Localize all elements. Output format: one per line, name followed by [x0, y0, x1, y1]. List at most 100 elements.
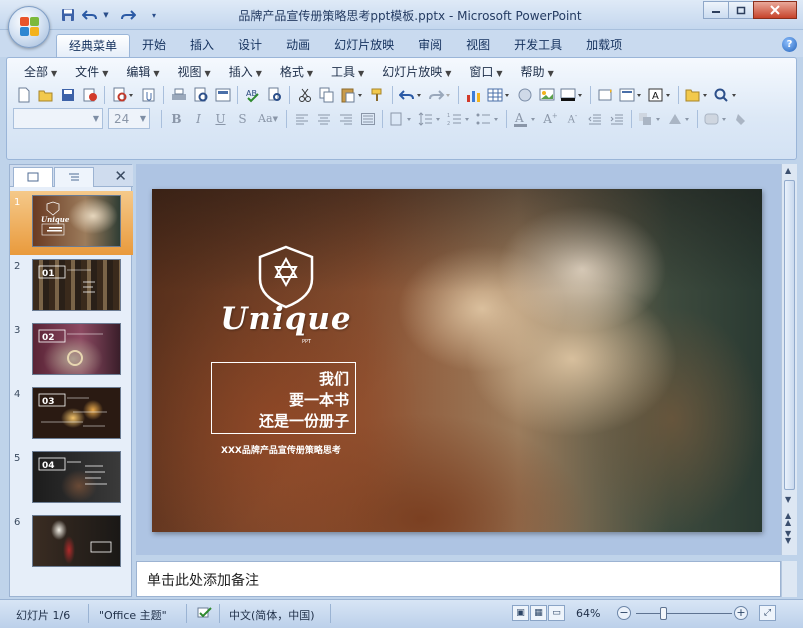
italic-icon[interactable]: I	[188, 109, 209, 129]
slide-thumbnail[interactable]: 5 04	[10, 447, 133, 511]
font-name-dropdown[interactable]: ▼	[13, 108, 103, 129]
slide-scrollbar[interactable]: ▲ ▼ ▲ ▲ ▼ ▼	[781, 164, 797, 555]
text-direction-icon[interactable]	[387, 109, 415, 129]
new-icon[interactable]	[13, 85, 34, 105]
menu-tools[interactable]: 工具 ▼	[322, 62, 373, 82]
layout-icon[interactable]	[212, 85, 233, 105]
undo-dropdown-icon[interactable]: ▼	[102, 6, 110, 24]
underline-icon[interactable]: U	[210, 109, 231, 129]
menu-view[interactable]: 视图 ▼	[169, 62, 220, 82]
tab-insert[interactable]: 插入	[178, 34, 226, 57]
tab-slideshow[interactable]: 幻灯片放映	[322, 34, 406, 57]
redo-toolbar-icon[interactable]	[426, 85, 454, 105]
print-preview-dropdown-icon[interactable]	[109, 85, 137, 105]
undo-icon[interactable]	[80, 6, 100, 24]
chart-icon[interactable]	[463, 85, 484, 105]
paste-icon[interactable]	[338, 85, 366, 105]
tab-developer[interactable]: 开发工具	[502, 34, 574, 57]
shape-style-icon[interactable]	[702, 109, 730, 129]
office-button[interactable]	[8, 6, 50, 48]
new-slide-icon[interactable]	[595, 85, 616, 105]
cut-icon[interactable]	[294, 85, 315, 105]
arrange-icon[interactable]	[636, 109, 664, 129]
shadow-icon[interactable]: S	[232, 109, 253, 129]
redo-icon[interactable]	[118, 6, 138, 24]
clipart-icon[interactable]	[514, 85, 535, 105]
tab-classic-menu[interactable]: 经典菜单	[56, 34, 131, 57]
help-icon[interactable]: ?	[782, 37, 797, 52]
line-spacing-icon[interactable]	[416, 109, 444, 129]
text-box-icon[interactable]: A	[646, 85, 674, 105]
open-icon[interactable]	[35, 85, 56, 105]
change-case-icon[interactable]: Aa ▼	[254, 109, 282, 129]
language-indicator[interactable]: 中文(简体，中国)	[229, 607, 315, 623]
next-slide-icon[interactable]: ▼ ▼	[785, 530, 791, 545]
normal-view-icon[interactable]: ▣	[512, 605, 529, 621]
align-center-icon[interactable]	[313, 109, 334, 129]
research-icon[interactable]	[264, 85, 285, 105]
justify-icon[interactable]	[357, 109, 378, 129]
tab-animations[interactable]: 动画	[274, 34, 322, 57]
slide-sorter-view-icon[interactable]: ▦	[530, 605, 547, 621]
zoom-in-icon[interactable]: +	[734, 606, 748, 620]
minimize-icon[interactable]	[703, 1, 729, 19]
slide-thumbnail[interactable]: 4 03	[10, 383, 133, 447]
menu-window[interactable]: 窗口 ▼	[460, 62, 511, 82]
decrease-indent-icon[interactable]	[584, 109, 605, 129]
menu-slideshow[interactable]: 幻灯片放映 ▼	[373, 62, 460, 82]
zoom-search-icon[interactable]	[712, 85, 740, 105]
bullets-icon[interactable]	[474, 109, 502, 129]
print-icon[interactable]	[168, 85, 189, 105]
scroll-down-icon[interactable]: ▼	[785, 495, 791, 504]
menu-all[interactable]: 全部 ▼	[15, 62, 66, 82]
save-icon[interactable]	[58, 6, 78, 24]
shrink-font-icon[interactable]: A-	[562, 109, 583, 129]
fill-color-icon[interactable]	[558, 85, 586, 105]
print-preview-icon[interactable]	[190, 85, 211, 105]
maximize-icon[interactable]	[728, 1, 754, 19]
format-painter-icon[interactable]	[367, 85, 388, 105]
shapes-icon[interactable]	[665, 109, 693, 129]
menu-insert[interactable]: 插入 ▼	[220, 62, 271, 82]
customize-qat-icon[interactable]: ▾	[144, 6, 164, 24]
zoom-slider-track[interactable]	[636, 613, 732, 614]
tab-design[interactable]: 设计	[226, 34, 274, 57]
menu-file[interactable]: 文件 ▼	[66, 62, 117, 82]
attach-icon[interactable]	[138, 85, 159, 105]
notes-pane[interactable]: 单击此处添加备注	[136, 561, 781, 597]
bold-icon[interactable]: B	[166, 109, 187, 129]
slide-thumbnail[interactable]: 1 Unique	[10, 191, 133, 255]
tab-addins[interactable]: 加载项	[574, 34, 634, 57]
spell-check-icon[interactable]	[196, 605, 214, 624]
fit-to-window-icon[interactable]: ⤢	[759, 605, 776, 621]
outline-tab-icon[interactable]	[54, 167, 94, 187]
spelling-icon[interactable]: AB	[242, 85, 263, 105]
scroll-thumb[interactable]	[784, 180, 795, 490]
notes-scrollbar[interactable]	[781, 561, 797, 597]
close-icon[interactable]	[753, 1, 797, 19]
zoom-level[interactable]: 64%	[576, 607, 600, 620]
slide-layout-icon[interactable]	[617, 85, 645, 105]
scroll-up-icon[interactable]: ▲	[785, 166, 791, 175]
tab-home[interactable]: 开始	[130, 34, 178, 57]
numbering-icon[interactable]: 12	[445, 109, 473, 129]
zoom-out-icon[interactable]: −	[617, 606, 631, 620]
tab-review[interactable]: 审阅	[406, 34, 454, 57]
folder-icon[interactable]	[683, 85, 711, 105]
menu-help[interactable]: 帮助 ▼	[512, 62, 563, 82]
permission-icon[interactable]	[79, 85, 100, 105]
slide-thumbnail[interactable]: 3 02	[10, 319, 133, 383]
picture-icon[interactable]	[536, 85, 557, 105]
menu-edit[interactable]: 编辑 ▼	[117, 62, 168, 82]
previous-slide-icon[interactable]: ▲ ▲	[785, 512, 791, 527]
align-right-icon[interactable]	[335, 109, 356, 129]
slide-thumbnail[interactable]: 2 01	[10, 255, 133, 319]
table-icon[interactable]	[485, 85, 513, 105]
copy-icon[interactable]	[316, 85, 337, 105]
increase-indent-icon[interactable]	[606, 109, 627, 129]
align-left-icon[interactable]	[291, 109, 312, 129]
shape-fill-icon[interactable]	[731, 109, 752, 129]
zoom-slider-knob[interactable]	[660, 607, 667, 620]
slides-tab-icon[interactable]	[13, 167, 53, 187]
grow-font-icon[interactable]: A+	[540, 109, 561, 129]
